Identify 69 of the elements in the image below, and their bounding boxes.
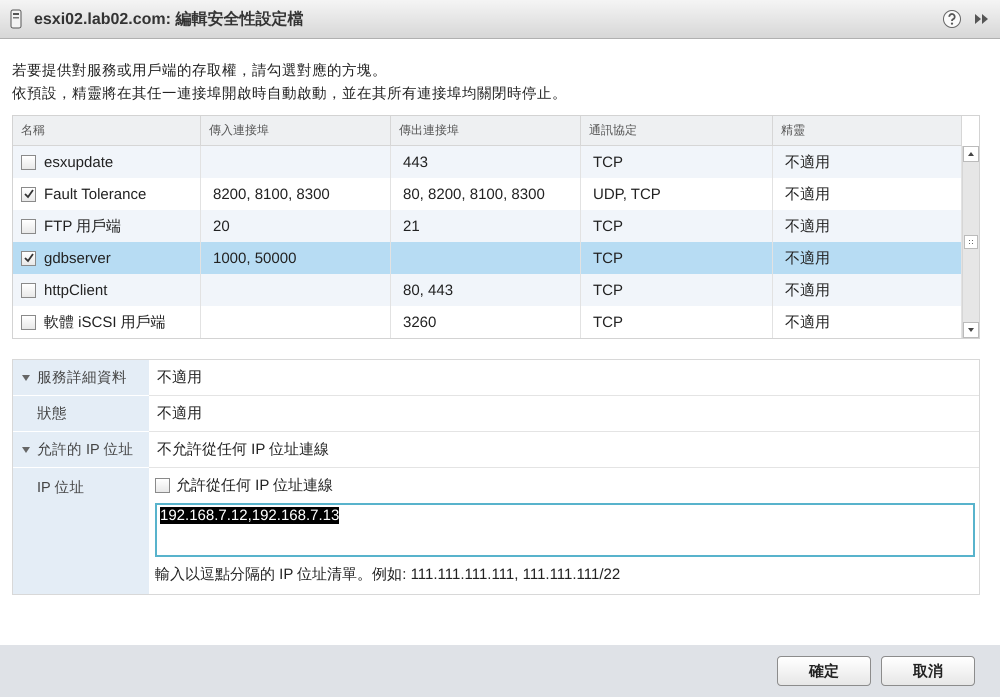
table-cell: 不適用 — [785, 248, 830, 268]
help-icon[interactable] — [942, 9, 962, 29]
table-cell: 不適用 — [785, 184, 830, 204]
dialog-button[interactable]: 確定 — [777, 656, 871, 686]
ip-address-field[interactable]: 192.168.7.12,192.168.7.13 — [155, 503, 975, 557]
table-cell: 20 — [213, 218, 230, 234]
table-cell: 不適用 — [785, 216, 830, 236]
table-cell: 21 — [403, 218, 420, 234]
table-cell: 80, 8200, 8100, 8300 — [403, 186, 545, 202]
field-label: IP 位址 — [13, 468, 149, 594]
table-cell: 1000, 50000 — [213, 250, 296, 266]
table-cell: 80, 443 — [403, 282, 454, 298]
instruction-text: 依預設，精靈將在其任一連接埠開啟時自動啟動，並在其所有連接埠均關閉時停止。 — [12, 85, 568, 103]
collapse-icon[interactable] — [21, 446, 31, 454]
table-cell: TCP — [593, 314, 623, 330]
table-cell: TCP — [593, 218, 623, 234]
checkbox[interactable] — [21, 154, 36, 170]
table-cell: 3260 — [403, 314, 436, 330]
scroll-thumb-icon[interactable] — [964, 235, 978, 249]
column-header[interactable]: 精靈 — [773, 116, 962, 146]
checkbox[interactable] — [21, 186, 36, 202]
service-name: esxupdate — [44, 154, 114, 170]
section-header[interactable]: 允許的 IP 位址 — [13, 432, 149, 467]
column-header[interactable]: 通訊協定 — [581, 116, 773, 146]
table-cell: 8200, 8100, 8300 — [213, 186, 330, 202]
table-cell: TCP — [593, 282, 623, 298]
scrollbar[interactable] — [962, 146, 979, 338]
checkbox[interactable] — [21, 218, 36, 234]
table-cell: 443 — [403, 154, 428, 170]
service-name: 軟體 iSCSI 用戶端 — [44, 312, 166, 332]
table-cell: UDP, TCP — [593, 186, 661, 202]
table-row[interactable]: gdbserver 1000, 50000 TCP 不適用 — [13, 242, 962, 274]
table-cell: 不適用 — [785, 152, 830, 172]
table-cell: 不適用 — [785, 312, 830, 332]
table-row[interactable]: httpClient 80, 443 TCP 不適用 — [13, 274, 962, 306]
expand-icon[interactable] — [974, 12, 990, 26]
checkbox[interactable] — [21, 250, 36, 266]
service-name: FTP 用戶端 — [44, 216, 122, 236]
table-row[interactable]: esxupdate 443 TCP 不適用 — [13, 146, 962, 178]
table-cell: TCP — [593, 154, 623, 170]
host-icon — [10, 9, 22, 29]
field-label: 狀態 — [13, 396, 149, 431]
window-title: esxi02.lab02.com: 編輯安全性設定檔 — [34, 9, 304, 30]
table-cell: 不適用 — [785, 280, 830, 300]
column-header[interactable]: 傳入連接埠 — [201, 116, 391, 146]
column-header[interactable]: 傳出連接埠 — [391, 116, 581, 146]
checkbox[interactable] — [21, 282, 36, 298]
field-value: 不適用 — [149, 360, 979, 396]
instruction-text: 若要提供對服務或用戶端的存取權，請勾選對應的方塊。 — [12, 62, 388, 80]
service-name: httpClient — [44, 282, 108, 298]
field-value: 不允許從任何 IP 位址連線 — [149, 432, 979, 468]
table-row[interactable]: 軟體 iSCSI 用戶端 3260 TCP 不適用 — [13, 306, 962, 338]
scroll-up-icon[interactable] — [963, 146, 979, 162]
service-name: gdbserver — [44, 250, 111, 266]
collapse-icon[interactable] — [21, 374, 31, 382]
dialog-button[interactable]: 取消 — [881, 656, 975, 686]
checkbox[interactable] — [155, 478, 170, 493]
service-name: Fault Tolerance — [44, 186, 146, 202]
section-header[interactable]: 服務詳細資料 — [13, 360, 149, 395]
checkbox[interactable] — [21, 314, 36, 330]
field-value: 不適用 — [149, 396, 979, 432]
table-cell: TCP — [593, 250, 623, 266]
table-row[interactable]: FTP 用戶端 20 21 TCP 不適用 — [13, 210, 962, 242]
section-label: 服務詳細資料 — [37, 369, 127, 387]
scroll-down-icon[interactable] — [963, 322, 979, 338]
checkbox-label: 允許從任何 IP 位址連線 — [176, 476, 334, 495]
section-label: 允許的 IP 位址 — [37, 441, 134, 459]
column-header[interactable]: 名稱 — [13, 116, 201, 146]
hint-text: 輸入以逗點分隔的 IP 位址清單。例如: 111.111.111.111, 111.111.111/22 — [155, 565, 622, 584]
